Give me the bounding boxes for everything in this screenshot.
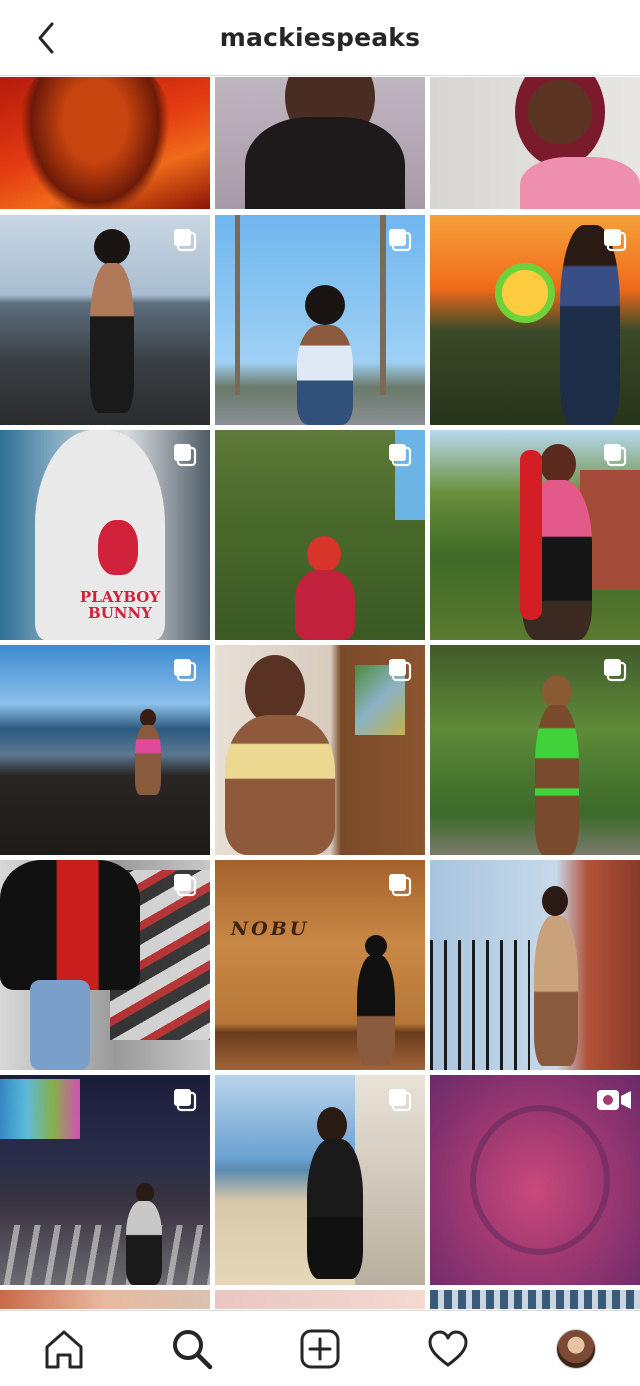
post-thumbnail[interactable] <box>430 860 640 1070</box>
wall-sign-text: NOBU <box>230 918 310 940</box>
multiple-posts-icon <box>387 1087 413 1113</box>
post-thumbnail[interactable] <box>430 77 640 209</box>
post-thumbnail[interactable] <box>215 1290 425 1309</box>
post-thumbnail[interactable] <box>215 1075 425 1285</box>
post-grid: PLAYBOY BUNNY NOBU <box>0 77 640 1309</box>
post-thumbnail[interactable] <box>0 645 210 855</box>
activity-heart-icon <box>428 1330 468 1367</box>
multiple-posts-icon <box>602 442 628 468</box>
home-icon <box>45 1330 83 1369</box>
multiple-posts-icon <box>172 442 198 468</box>
multiple-posts-icon <box>172 872 198 898</box>
top-bar: mackiespeaks <box>0 0 640 76</box>
bottom-navigation <box>0 1310 640 1386</box>
tab-home[interactable] <box>40 1325 88 1373</box>
multiple-posts-icon <box>387 227 413 253</box>
post-thumbnail[interactable] <box>430 430 640 640</box>
multiple-posts-icon <box>387 872 413 898</box>
post-thumbnail[interactable] <box>0 215 210 425</box>
post-thumbnail[interactable] <box>430 645 640 855</box>
post-thumbnail[interactable] <box>215 430 425 640</box>
post-thumbnail[interactable] <box>430 1290 640 1309</box>
profile-avatar <box>556 1329 596 1369</box>
post-thumbnail[interactable]: NOBU <box>215 860 425 1070</box>
back-button[interactable] <box>30 20 66 56</box>
tab-new-post[interactable] <box>296 1325 344 1373</box>
multiple-posts-icon <box>172 657 198 683</box>
multiple-posts-icon <box>602 657 628 683</box>
post-thumbnail[interactable]: PLAYBOY BUNNY <box>0 430 210 640</box>
new-post-icon <box>300 1329 340 1369</box>
post-thumbnail[interactable] <box>0 860 210 1070</box>
post-thumbnail[interactable] <box>430 1075 640 1285</box>
video-post-icon <box>596 1087 632 1113</box>
post-thumbnail[interactable] <box>430 215 640 425</box>
post-thumbnail[interactable] <box>215 645 425 855</box>
tab-search[interactable] <box>168 1325 216 1373</box>
multiple-posts-icon <box>602 227 628 253</box>
multiple-posts-icon <box>387 442 413 468</box>
tab-profile[interactable] <box>552 1325 600 1373</box>
post-thumbnail[interactable] <box>215 77 425 209</box>
post-thumbnail[interactable] <box>0 1075 210 1285</box>
post-thumbnail[interactable] <box>0 1290 210 1309</box>
tab-activity[interactable] <box>424 1325 472 1373</box>
search-icon <box>173 1330 213 1370</box>
hoodie-print-text: PLAYBOY BUNNY <box>79 588 161 622</box>
post-thumbnail[interactable] <box>215 215 425 425</box>
post-thumbnail[interactable] <box>0 77 210 209</box>
profile-username-title: mackiespeaks <box>219 23 421 52</box>
multiple-posts-icon <box>387 657 413 683</box>
chevron-left-icon <box>38 22 54 54</box>
multiple-posts-icon <box>172 227 198 253</box>
multiple-posts-icon <box>172 1087 198 1113</box>
